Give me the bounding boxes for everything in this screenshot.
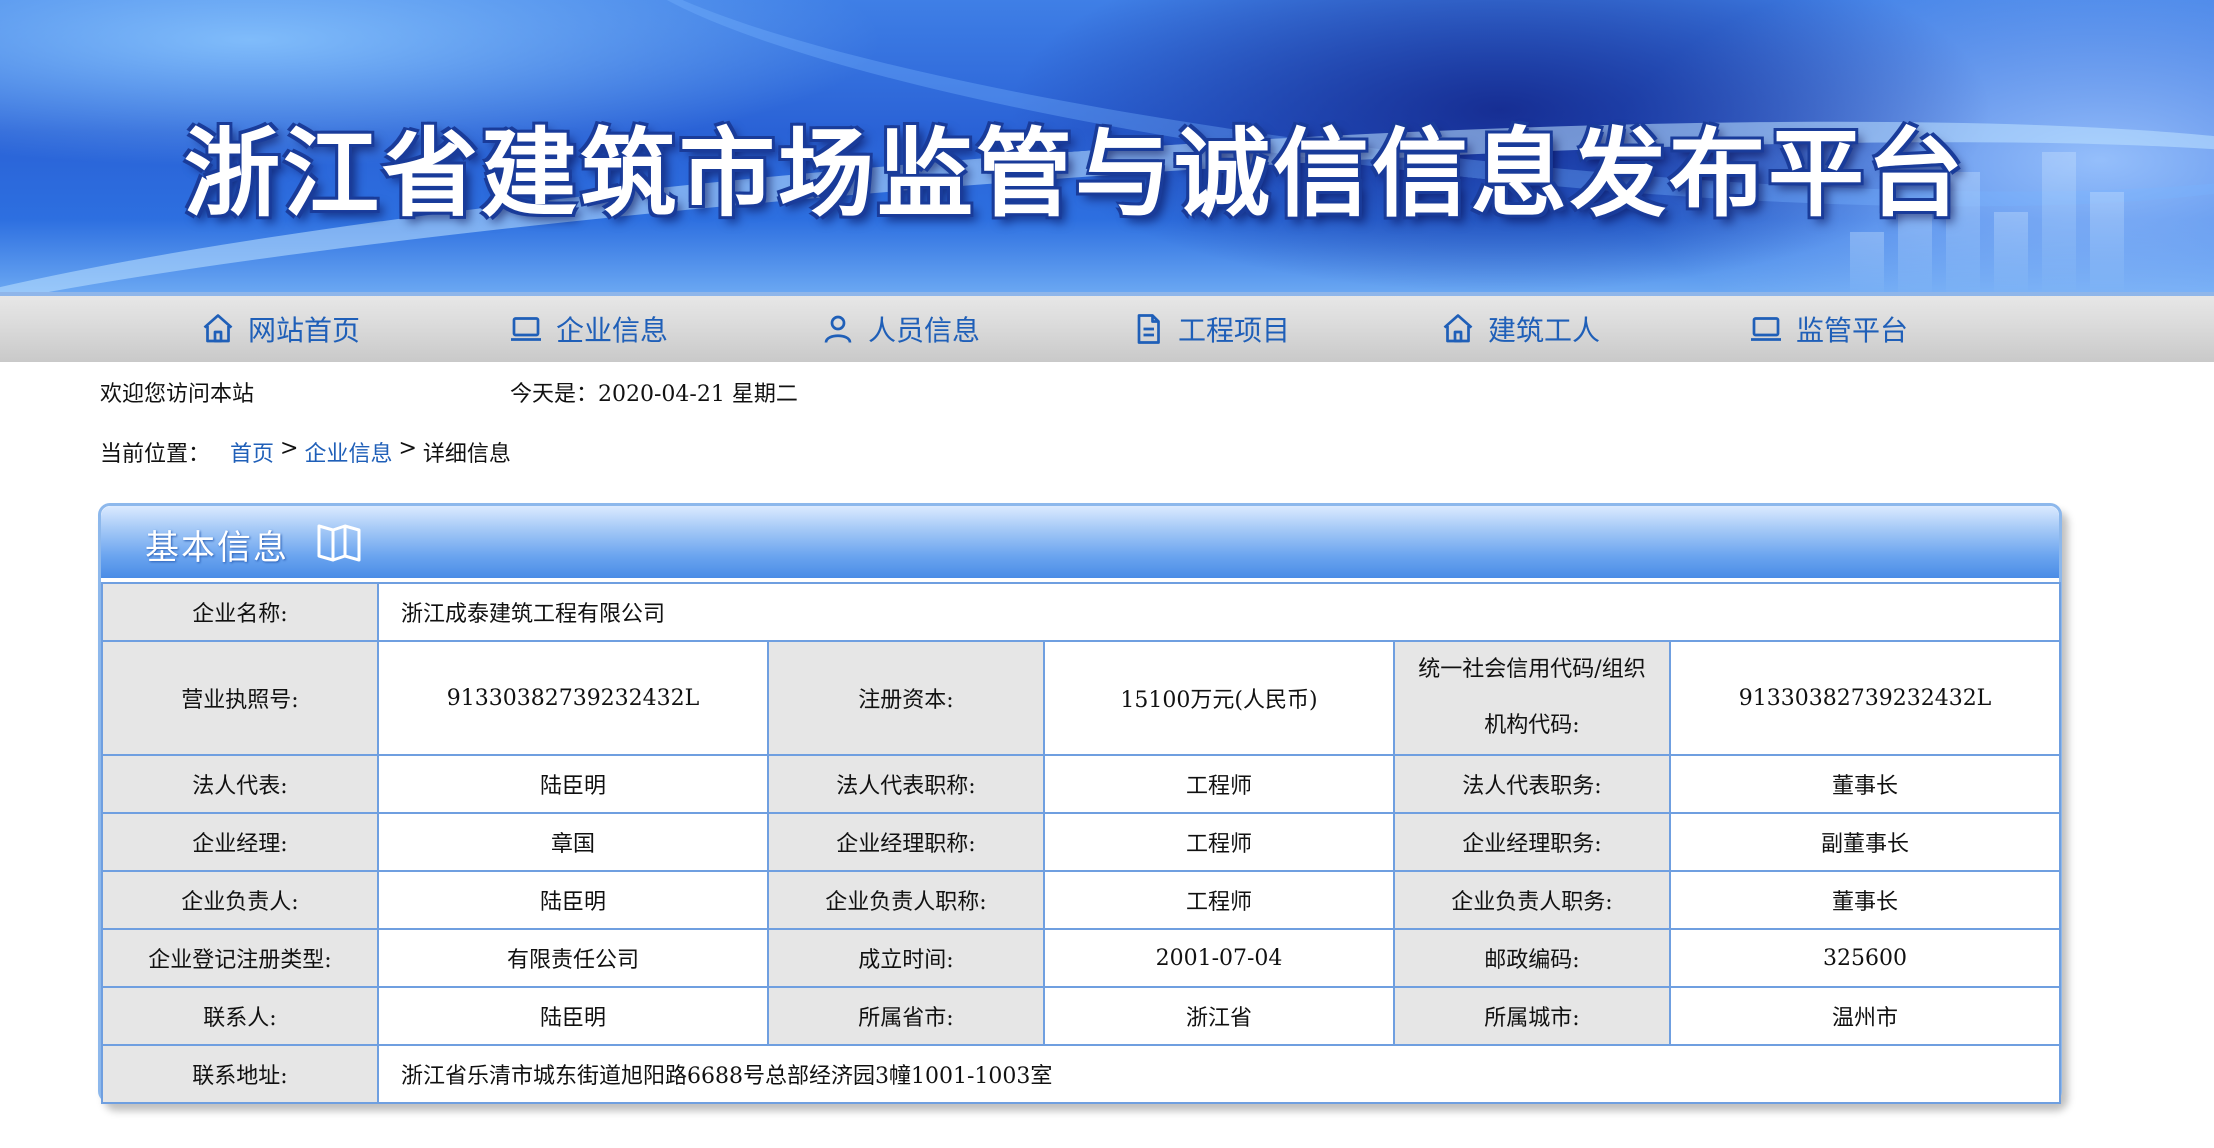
reg-type-value: 有限责任公司 [377, 928, 769, 988]
postcode-value: 325600 [1668, 928, 2062, 988]
legal-rep-value: 陆臣明 [377, 754, 769, 814]
header-banner: 浙江省建筑市场监管与诚信信息发布平台 [0, 0, 2214, 292]
nav-item-label: 企业信息 [556, 314, 669, 347]
head-post-label: 企业负责人职务: [1393, 870, 1671, 930]
basic-info-panel: 基本信息 企业名称: 浙江成泰建筑工程有限公司 营业执照号: 913303827… [98, 503, 2062, 1104]
person-icon [824, 315, 852, 343]
manager-label: 企业经理: [101, 812, 379, 872]
breadcrumb-separator: > [398, 436, 417, 461]
breadcrumb-prefix: 当前位置： [100, 442, 211, 467]
reg-type-label: 企业登记注册类型: [101, 928, 379, 988]
capital-value: 15100万元(人民币) [1043, 640, 1395, 756]
main-nav: 网站首页 企业信息 人员信息 工程项目 建筑工人 监管平台 [0, 292, 2214, 362]
table-row: 企业登记注册类型: 有限责任公司 成立时间: 2001-07-04 邮政编码: … [101, 928, 2062, 988]
table-row: 联系人: 陆臣明 所属省市: 浙江省 所属城市: 温州市 [101, 986, 2062, 1046]
legal-rep-post-label: 法人代表职务: [1393, 754, 1671, 814]
table-row: 联系地址: 浙江省乐清市城东街道旭阳路6688号总部经济园3幢1001-1003… [101, 1044, 2062, 1104]
legal-rep-post-value: 董事长 [1668, 754, 2062, 814]
nav-item-workers[interactable]: 建筑工人 [1440, 308, 1600, 350]
company-name-label: 企业名称: [101, 582, 379, 642]
contact-value: 陆臣明 [377, 986, 769, 1046]
manager-post-value: 副董事长 [1668, 812, 2062, 872]
laptop-icon [511, 317, 541, 341]
nav-item-label: 人员信息 [868, 314, 981, 347]
founded-value: 2001-07-04 [1043, 928, 1395, 988]
company-info-table: 企业名称: 浙江成泰建筑工程有限公司 营业执照号: 91330382739232… [101, 582, 2062, 1104]
address-label: 联系地址: [101, 1044, 379, 1104]
manager-post-label: 企业经理职务: [1393, 812, 1671, 872]
breadcrumb: 当前位置： 首页 > 企业信息 > 详细信息 [100, 436, 511, 468]
nav-item-label: 建筑工人 [1488, 314, 1601, 347]
nav-item-label: 监管平台 [1796, 314, 1909, 347]
head-title-label: 企业负责人职称: [767, 870, 1045, 930]
capital-label: 注册资本: [767, 640, 1045, 756]
head-post-value: 董事长 [1668, 870, 2062, 930]
table-row: 企业经理: 章国 企业经理职称: 工程师 企业经理职务: 副董事长 [101, 812, 2062, 872]
table-row: 企业名称: 浙江成泰建筑工程有限公司 [101, 582, 2062, 642]
laptop-icon [1751, 317, 1781, 341]
breadcrumb-home-link[interactable]: 首页 [230, 436, 274, 468]
site-title: 浙江省建筑市场监管与诚信信息发布平台 [184, 118, 1966, 230]
home-icon [1443, 314, 1473, 343]
city-label: 所属城市: [1393, 986, 1671, 1046]
contact-label: 联系人: [101, 986, 379, 1046]
credit-code-value: 91330382739232432L [1668, 640, 2062, 756]
project-icon [1137, 314, 1160, 344]
company-name-value: 浙江成泰建筑工程有限公司 [376, 582, 2062, 642]
table-row: 法人代表: 陆臣明 法人代表职称: 工程师 法人代表职务: 董事长 [101, 754, 2062, 814]
manager-title-value: 工程师 [1043, 812, 1395, 872]
home-icon [203, 314, 233, 343]
legal-rep-title-label: 法人代表职称: [767, 754, 1045, 814]
license-value: 91330382739232432L [377, 640, 769, 756]
breadcrumb-separator: > [280, 436, 299, 461]
table-row: 营业执照号: 91330382739232432L 注册资本: 15100万元(… [101, 640, 2062, 756]
nav-item-home[interactable]: 网站首页 [200, 308, 360, 350]
province-label: 所属省市: [767, 986, 1045, 1046]
book-icon [317, 524, 361, 562]
postcode-label: 邮政编码: [1393, 928, 1671, 988]
head-title-value: 工程师 [1043, 870, 1395, 930]
date-text: 今天是：2020-04-21 星期二 [510, 382, 798, 407]
legal-rep-title-value: 工程师 [1043, 754, 1395, 814]
breadcrumb-current: 详细信息 [422, 442, 511, 467]
manager-value: 章国 [377, 812, 769, 872]
nav-item-company[interactable]: 企业信息 [508, 308, 668, 350]
nav-item-projects[interactable]: 工程项目 [1130, 308, 1290, 350]
nav-item-supervision[interactable]: 监管平台 [1748, 308, 1908, 350]
head-value: 陆臣明 [377, 870, 769, 930]
nav-item-personnel[interactable]: 人员信息 [820, 308, 980, 350]
address-value: 浙江省乐清市城东街道旭阳路6688号总部经济园3幢1001-1003室 [376, 1044, 2062, 1104]
credit-code-label: 统一社会信用代码/组织机构代码: [1393, 640, 1671, 756]
license-label: 营业执照号: [101, 640, 379, 756]
table-row: 企业负责人: 陆臣明 企业负责人职称: 工程师 企业负责人职务: 董事长 [101, 870, 2062, 930]
city-value: 温州市 [1668, 986, 2062, 1046]
welcome-text: 欢迎您访问本站 [100, 382, 255, 407]
panel-title: 基本信息 [145, 528, 289, 568]
panel-header: 基本信息 [101, 506, 2059, 578]
breadcrumb-section-link[interactable]: 企业信息 [304, 436, 392, 468]
head-label: 企业负责人: [101, 870, 379, 930]
nav-item-label: 工程项目 [1178, 314, 1291, 347]
founded-label: 成立时间: [767, 928, 1045, 988]
legal-rep-label: 法人代表: [101, 754, 379, 814]
nav-item-label: 网站首页 [248, 314, 361, 347]
province-value: 浙江省 [1043, 986, 1395, 1046]
manager-title-label: 企业经理职称: [767, 812, 1045, 872]
